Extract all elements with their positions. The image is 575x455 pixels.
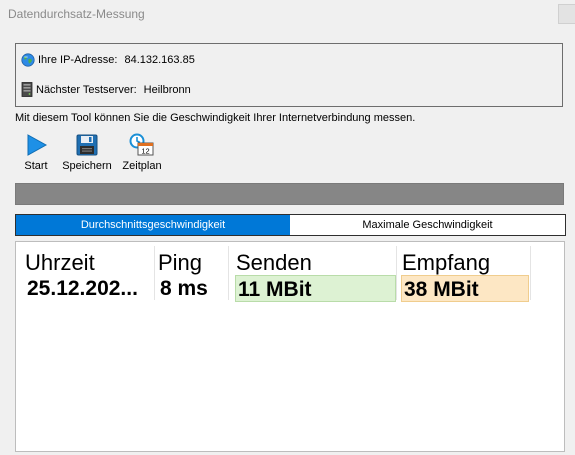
app-window: Datendurchsatz-Messung Ihre IP-Adresse: …: [0, 0, 575, 455]
test-server-row: Nächster Testserver: Heilbronn: [21, 82, 191, 97]
column-header-time[interactable]: Uhrzeit: [25, 250, 95, 276]
test-server-label: Nächster Testserver:: [36, 83, 137, 96]
ip-address-label: Ihre IP-Adresse:: [38, 54, 118, 66]
floppy-disk-icon: [76, 134, 98, 156]
server-icon: [21, 82, 33, 97]
results-list: Uhrzeit Ping Senden Empfang 25.12.202...…: [15, 241, 565, 452]
start-button[interactable]: Start: [20, 133, 52, 172]
column-divider: [396, 246, 397, 300]
close-button[interactable]: [558, 4, 575, 24]
tab-average-speed[interactable]: Durchschnittsgeschwindigkeit: [16, 215, 290, 235]
progress-bar: [15, 183, 564, 205]
tab-maximum-speed[interactable]: Maximale Geschwindigkeit: [290, 215, 565, 235]
save-button[interactable]: Speichern: [58, 133, 116, 172]
ip-address-value: 84.132.163.85: [124, 54, 195, 66]
result-upload-cell[interactable]: 11 MBit: [235, 275, 396, 302]
column-header-download[interactable]: Empfang: [402, 250, 490, 276]
column-header-ping[interactable]: Ping: [158, 250, 202, 276]
result-time-cell[interactable]: 25.12.202...: [25, 275, 151, 302]
window-title: Datendurchsatz-Messung: [8, 7, 145, 21]
globe-icon: [21, 53, 35, 67]
start-button-label: Start: [24, 160, 48, 172]
column-divider: [530, 246, 531, 300]
column-divider: [154, 246, 155, 300]
save-button-label: Speichern: [62, 160, 112, 172]
ip-address-row: Ihre IP-Adresse: 84.132.163.85: [21, 53, 195, 67]
clock-calendar-icon: 12: [129, 133, 154, 156]
schedule-button[interactable]: 12 Zeitplan: [118, 133, 166, 172]
tool-description: Mit diesem Tool können Sie die Geschwind…: [15, 112, 416, 124]
connection-info-panel: Ihre IP-Adresse: 84.132.163.85 Nächster …: [15, 43, 563, 107]
play-icon: [27, 134, 48, 156]
title-bar[interactable]: Datendurchsatz-Messung: [0, 0, 575, 30]
column-header-upload[interactable]: Senden: [236, 250, 312, 276]
result-ping-cell[interactable]: 8 ms: [158, 275, 232, 302]
schedule-button-label: Zeitplan: [122, 160, 162, 172]
test-server-value: Heilbronn: [143, 83, 191, 96]
calendar-day-number: 12: [141, 147, 149, 156]
speed-tab-bar: Durchschnittsgeschwindigkeit Maximale Ge…: [15, 214, 566, 236]
result-download-cell[interactable]: 38 MBit: [401, 275, 529, 302]
